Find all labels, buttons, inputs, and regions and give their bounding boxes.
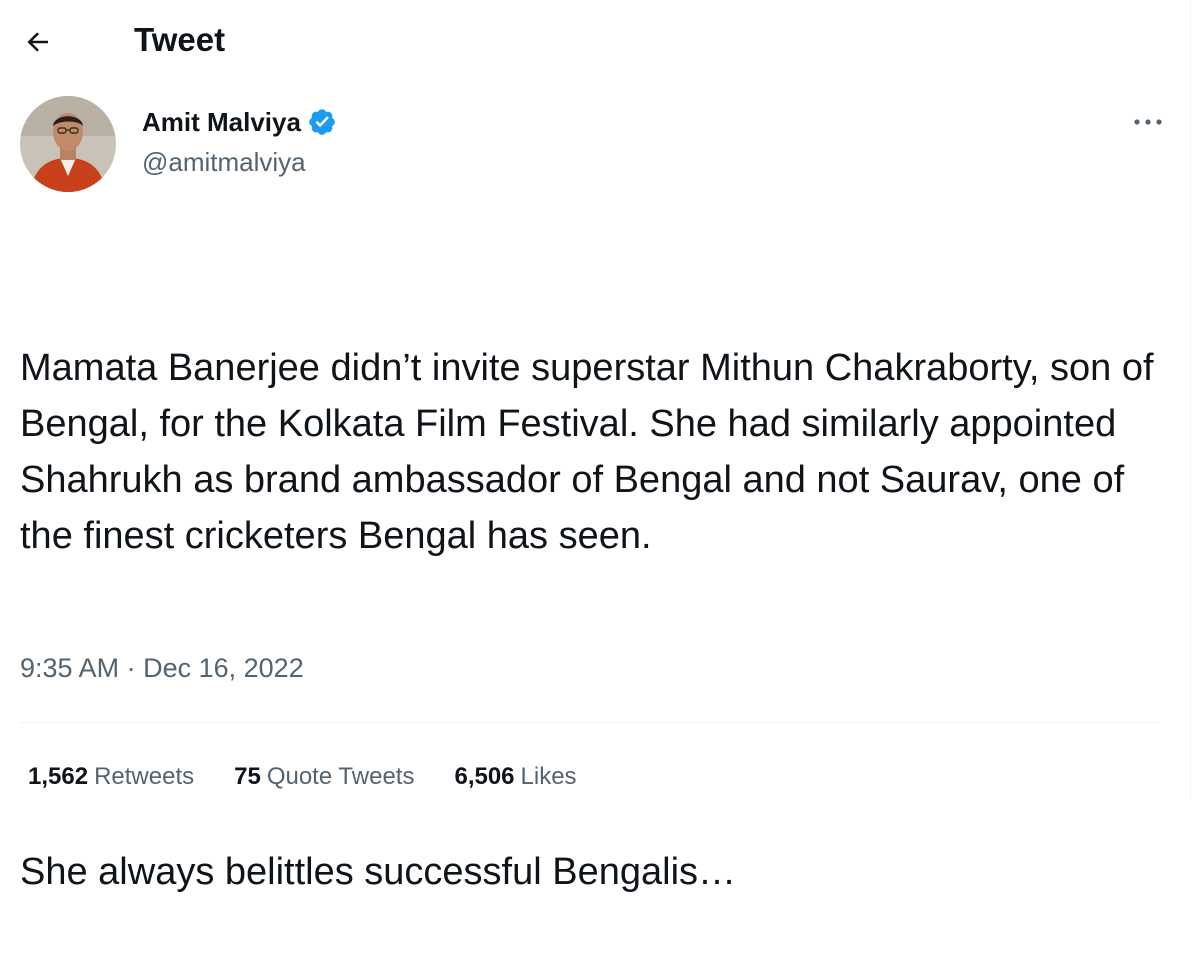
tweet-stats: 1,562 Retweets 75 Quote Tweets 6,506 Likes — [28, 760, 617, 794]
timestamp-separator: · — [126, 653, 136, 683]
back-button[interactable] — [16, 20, 60, 64]
quote-tweets-count: 75 — [234, 763, 261, 790]
tweet-paragraph: Mamata Banerjee didn’t invite superstar … — [20, 347, 1165, 557]
arrow-left-icon — [27, 32, 48, 52]
tweet-header: Tweet — [0, 0, 1190, 80]
tweet-paragraph: She always belittles successful Bengalis… — [20, 851, 737, 893]
tweet-date[interactable]: Dec 16, 2022 — [143, 653, 304, 683]
likes-label: Likes — [520, 763, 577, 790]
retweets-stat-link[interactable]: 1,562 Retweets — [28, 760, 194, 794]
tweet-author: Amit Malviya @amitmalviya — [20, 96, 1170, 196]
page-border-right — [1190, 0, 1191, 800]
verified-badge-icon — [307, 107, 337, 137]
retweets-label: Retweets — [94, 763, 195, 790]
author-name-link[interactable]: Amit Malviya — [142, 106, 337, 138]
avatar-image — [20, 96, 116, 192]
page-title: Tweet — [134, 21, 226, 58]
more-options-button[interactable] — [1126, 104, 1170, 140]
likes-count: 6,506 — [454, 763, 515, 790]
divider — [20, 722, 1160, 723]
likes-stat-link[interactable]: 6,506 Likes — [454, 760, 576, 794]
author-handle[interactable]: @amitmalviya — [142, 146, 306, 178]
tweet-timestamp: 9:35 AM · Dec 16, 2022 — [20, 650, 304, 686]
tweet-time[interactable]: 9:35 AM — [20, 653, 119, 683]
more-horizontal-icon — [1134, 119, 1162, 125]
quote-tweets-label: Quote Tweets — [266, 763, 415, 790]
avatar[interactable] — [20, 96, 116, 192]
tweet-text: Mamata Banerjee didn’t invite superstar … — [20, 228, 1170, 956]
author-name: Amit Malviya — [142, 107, 301, 137]
quote-tweets-stat-link[interactable]: 75 Quote Tweets — [234, 760, 414, 794]
retweets-count: 1,562 — [28, 763, 89, 790]
